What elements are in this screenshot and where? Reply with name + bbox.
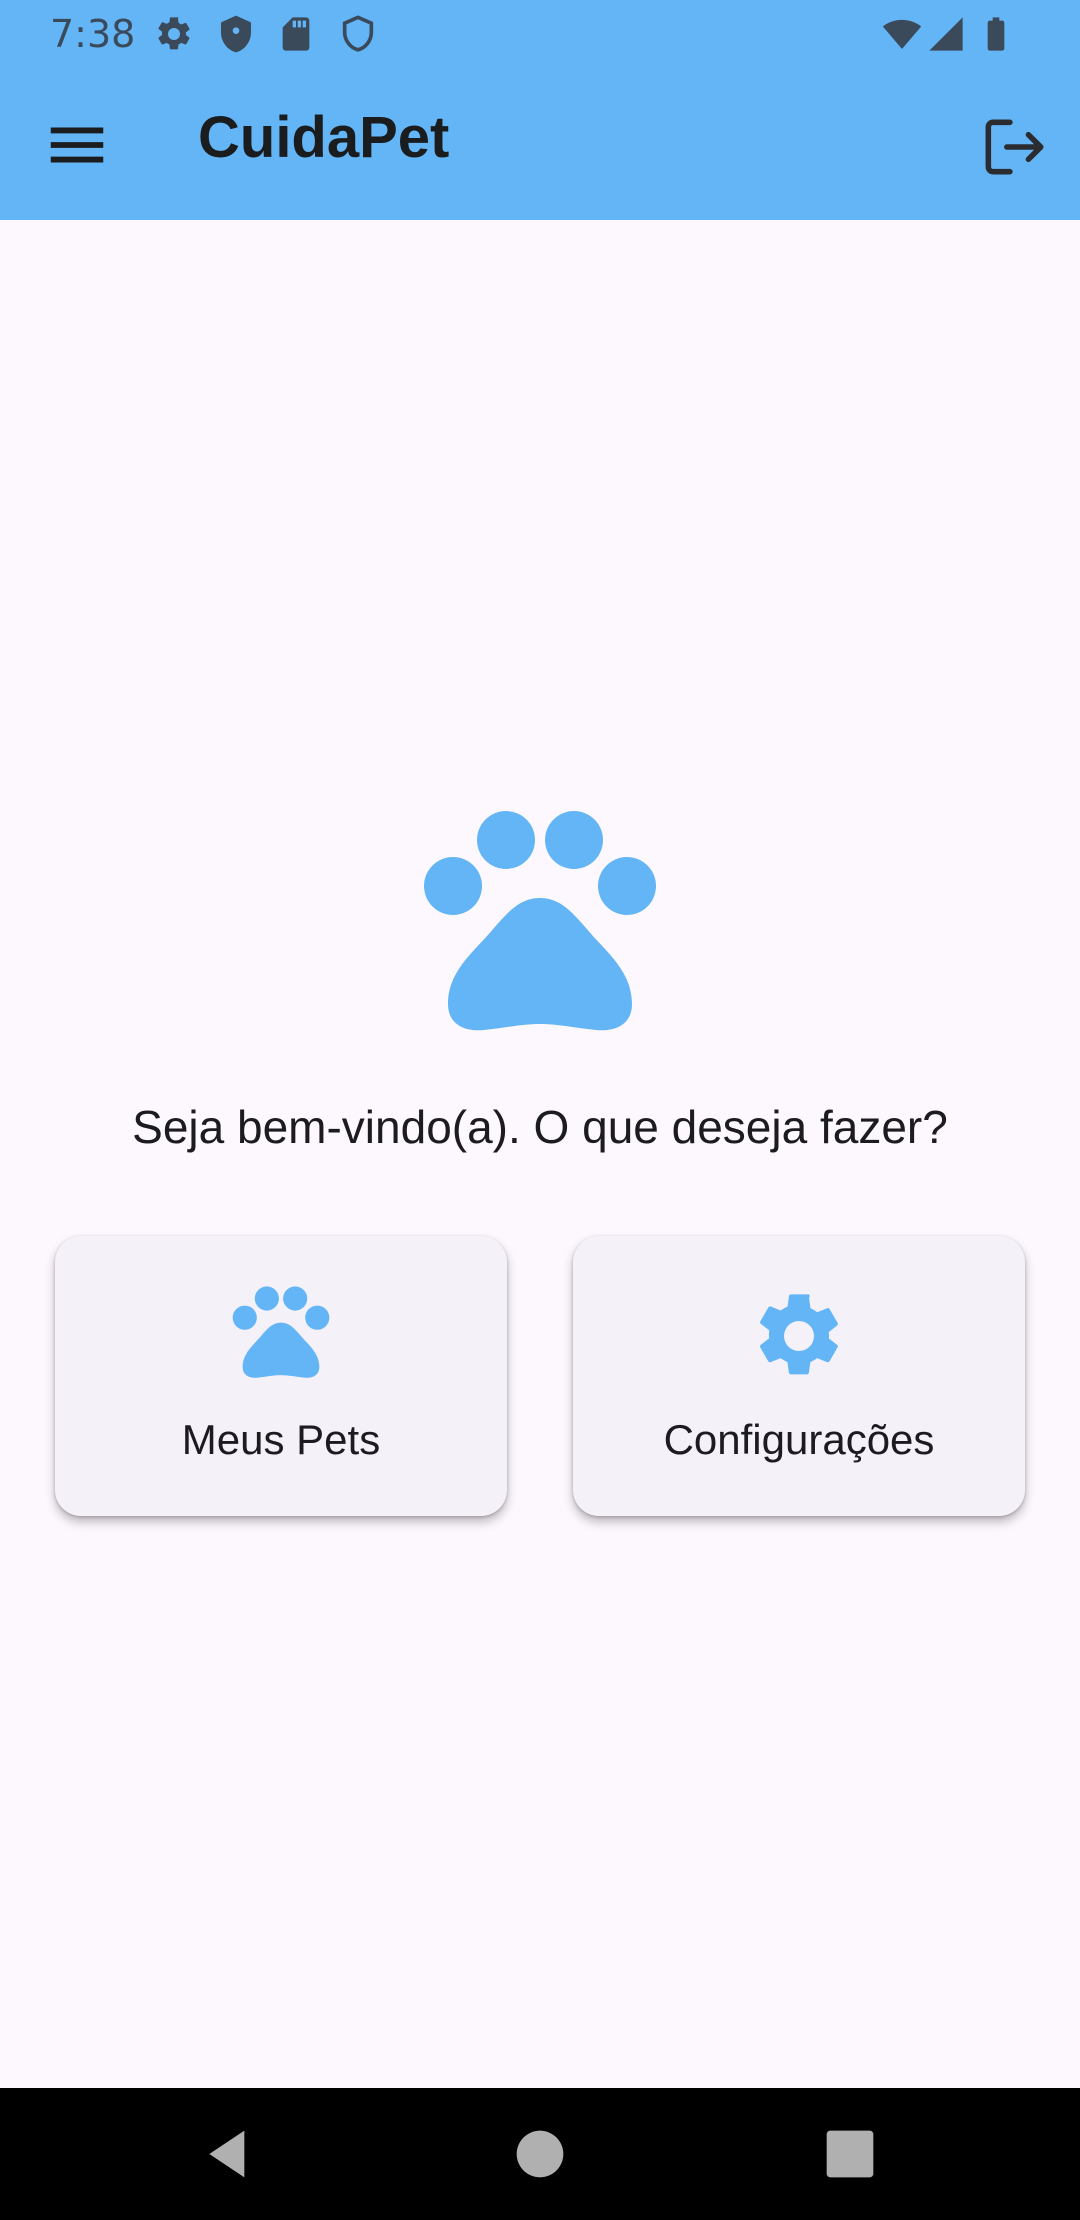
shield-outline-icon [342, 15, 374, 52]
sd-card-icon [282, 17, 310, 51]
settings-card[interactable]: Configurações [573, 1236, 1025, 1516]
menu-button[interactable] [42, 110, 112, 180]
logout-button[interactable] [976, 110, 1050, 184]
home-icon[interactable] [512, 2126, 568, 2182]
settings-label: Configurações [663, 1416, 935, 1463]
status-time: 7:38 [50, 12, 136, 56]
app-bar: CuidaPet [0, 66, 1080, 220]
app-title: CuidaPet [198, 105, 450, 170]
paw-icon [232, 1286, 330, 1378]
paw-icon [424, 811, 656, 1031]
logout-icon [985, 119, 1044, 175]
settings-icon [158, 17, 190, 50]
signal-icon [929, 17, 963, 51]
wifi-icon [882, 19, 922, 49]
welcome-text: Seja bem-vindo(a). O que deseja fazer? [132, 1101, 948, 1153]
gear-icon [760, 1294, 838, 1375]
shield-icon [221, 15, 251, 53]
back-icon[interactable] [200, 2126, 256, 2182]
recents-icon[interactable] [822, 2126, 878, 2182]
menu-icon [50, 127, 104, 163]
my-pets-label: Meus Pets [181, 1416, 381, 1463]
navigation-bar [0, 2088, 1080, 2220]
my-pets-card[interactable]: Meus Pets [55, 1236, 507, 1516]
status-bar: 7:38 [0, 0, 1080, 66]
battery-icon [987, 17, 1005, 51]
main-content: Seja bem-vindo(a). O que deseja fazer? M… [0, 220, 1080, 2088]
